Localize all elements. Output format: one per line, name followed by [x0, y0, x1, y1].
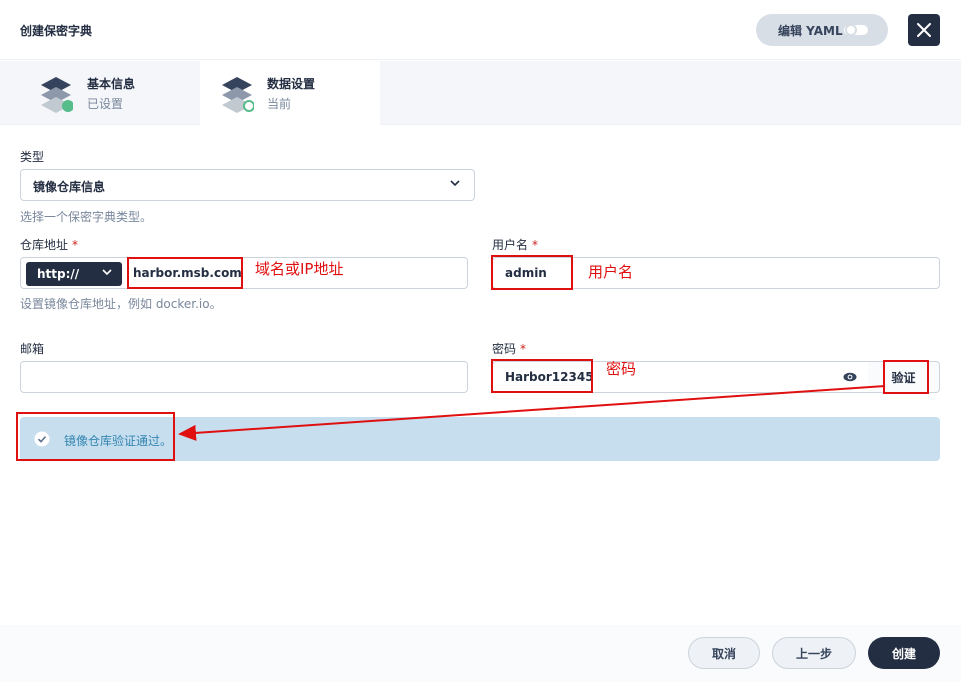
annotation-arrow — [178, 385, 886, 441]
create-secret-dialog: 创建保密字典 编辑 YAML 基本信息 已设置 数据设置 当前 类型 镜像仓库信… — [0, 0, 961, 682]
